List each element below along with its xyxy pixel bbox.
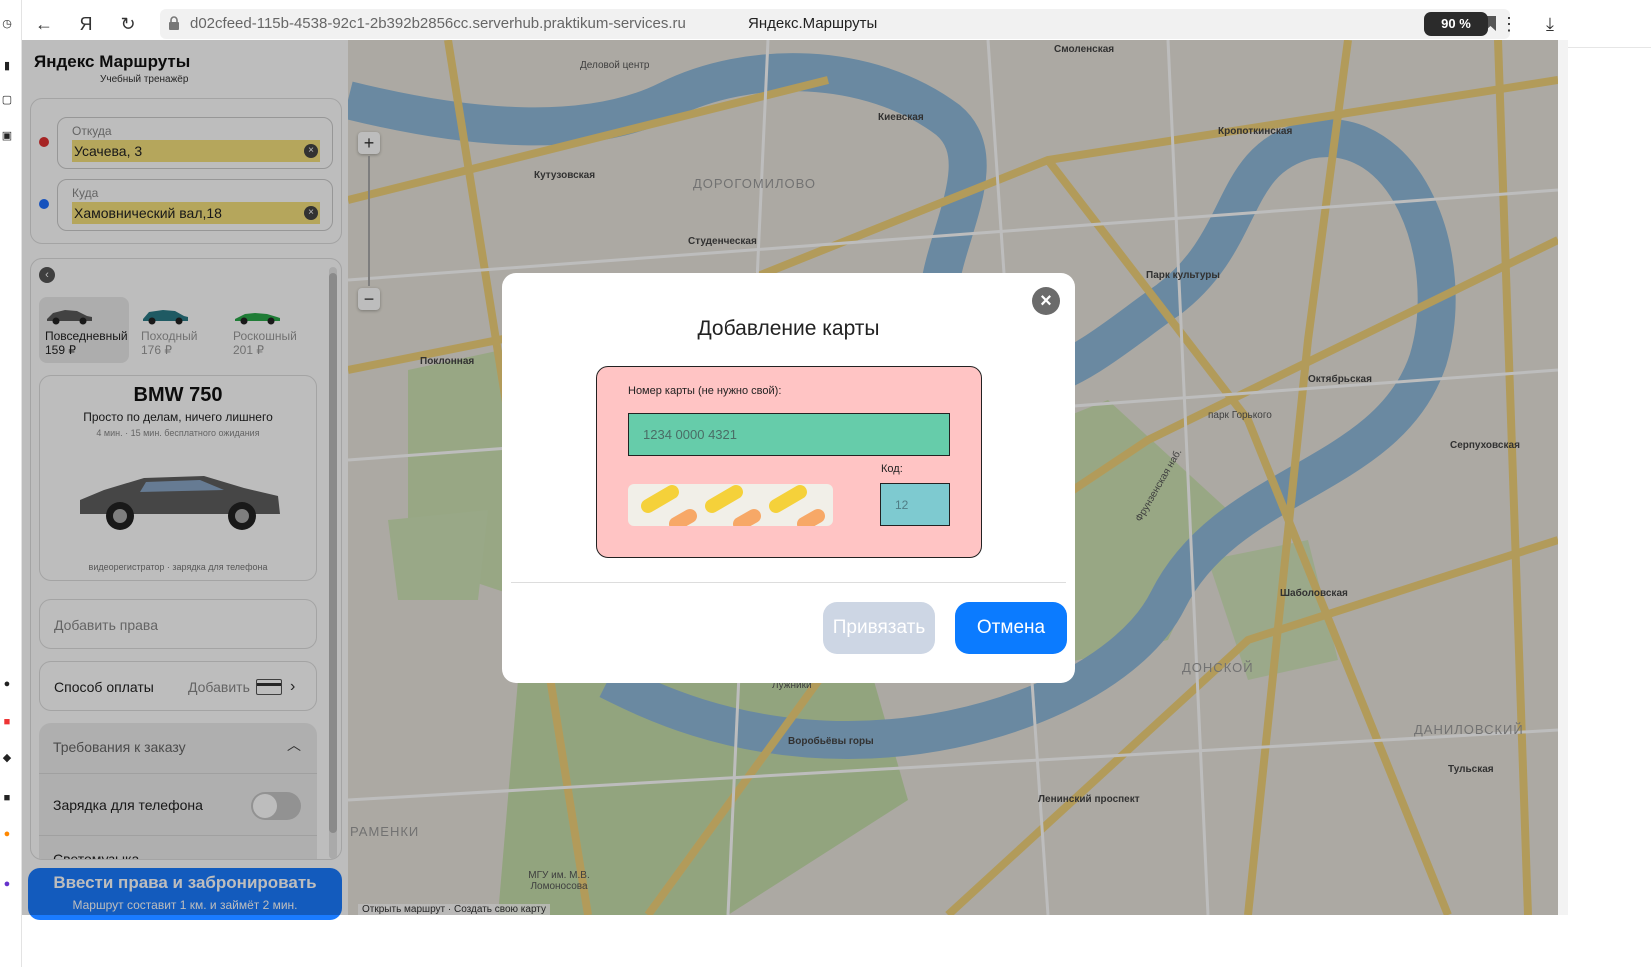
back-arrow-icon[interactable]: ← (32, 12, 56, 36)
app-icon-6[interactable]: ● (0, 876, 14, 892)
app-icon-1[interactable]: ● (0, 676, 14, 692)
menu-kebab-icon[interactable]: ⋮ (1500, 12, 1518, 36)
zoom-value: 90 % (1441, 16, 1471, 31)
card-code-label: Код: (881, 463, 903, 475)
card-stripe-image (628, 484, 833, 526)
cancel-button[interactable]: Отмена (955, 602, 1067, 654)
app-icon-4[interactable]: ■ (0, 790, 14, 806)
page-title: Яндекс.Маршруты (748, 15, 878, 32)
app-icon-5[interactable]: ● (0, 826, 14, 842)
modal-divider (511, 582, 1066, 583)
lock-icon (169, 16, 179, 30)
card-number-label: Номер карты (не нужно свой): (628, 385, 782, 397)
card-code-input[interactable] (880, 483, 950, 526)
add-card-modal: × Добавление карты Номер карты (не нужно… (502, 273, 1075, 683)
reload-icon[interactable]: ↻ (116, 12, 140, 36)
zoom-badge[interactable]: 90 % (1424, 12, 1488, 36)
modal-title: Добавление карты (697, 317, 880, 340)
yandex-icon[interactable]: Я (74, 12, 98, 36)
url-text: d02cfeed-115b-4538-92c1-2b392b2856cc.ser… (190, 15, 686, 32)
window-icon[interactable]: ▣ (0, 128, 14, 144)
card-number-input[interactable] (628, 413, 950, 456)
close-icon[interactable]: × (1032, 287, 1060, 315)
address-bar[interactable]: d02cfeed-115b-4538-92c1-2b392b2856cc.ser… (160, 9, 1510, 39)
browser-side-panel: ◷ ▮ ▢ ▣ ● ■ ◆ ■ ● ● (0, 0, 22, 967)
tab-icon[interactable]: ▢ (0, 92, 14, 108)
app-icon-2[interactable]: ■ (0, 714, 14, 730)
app-icon-3[interactable]: ◆ (0, 750, 14, 766)
history-icon[interactable]: ◷ (0, 16, 14, 32)
card-form: Номер карты (не нужно свой): Код: (596, 366, 982, 558)
bind-card-button[interactable]: Привязать (823, 602, 935, 654)
page-scrollbar[interactable] (1558, 40, 1568, 915)
download-icon[interactable]: ⤓ (1538, 12, 1562, 36)
stats-icon[interactable]: ▮ (0, 58, 14, 74)
